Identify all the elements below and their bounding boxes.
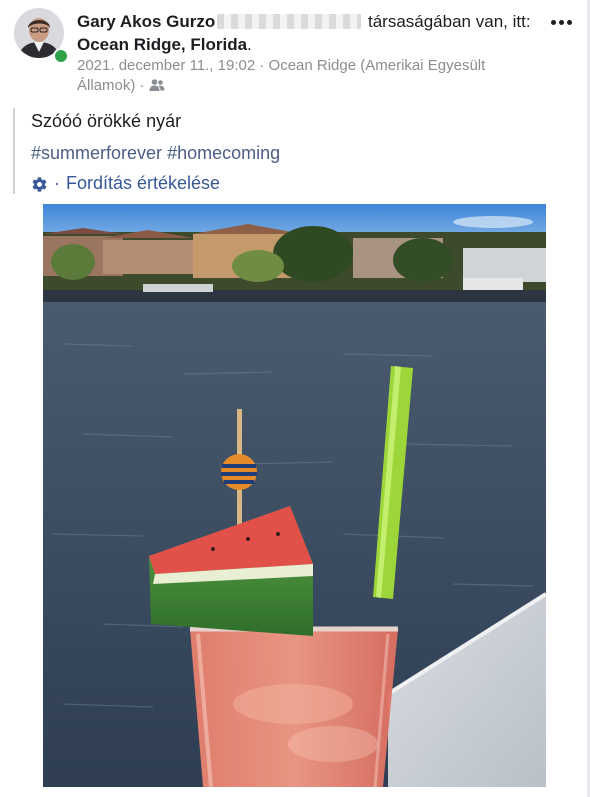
post-meta: 2021. december 11., 19:02 · Ocean Ridge … xyxy=(77,56,537,98)
post-timestamp-link[interactable]: 2021. december 11., 19:02 xyxy=(77,57,255,74)
location-end: . xyxy=(247,35,252,54)
post-photo[interactable] xyxy=(43,204,546,787)
location-prefix: van, itt: xyxy=(475,12,531,31)
post-header: Gary Akos Gurzo társaságában van, itt: O… xyxy=(77,10,537,56)
meta-separator-2: · xyxy=(139,77,145,94)
hashtag-homecoming[interactable]: #homecoming xyxy=(167,143,280,163)
meta-separator: · xyxy=(259,57,265,74)
translate-row: · Fordítás értékelése xyxy=(31,171,220,195)
translate-separator: · xyxy=(54,173,60,193)
hashtags: #summerforever #homecoming xyxy=(31,141,280,165)
content-quote-bar xyxy=(13,108,15,194)
friends-icon[interactable] xyxy=(149,78,165,98)
hashtag-summerforever[interactable]: #summerforever xyxy=(31,143,162,163)
facebook-post: Gary Akos Gurzo társaságában van, itt: O… xyxy=(0,0,590,797)
post-text: Szóóó örökké nyár xyxy=(31,111,182,131)
author-name-link[interactable]: Gary Akos Gurzo xyxy=(77,12,215,31)
redacted-tagged-name xyxy=(217,14,362,29)
location-link[interactable]: Ocean Ridge, Florida xyxy=(77,35,247,54)
online-status-icon xyxy=(53,48,69,64)
gear-icon[interactable] xyxy=(31,175,48,192)
more-options-icon[interactable] xyxy=(546,12,576,32)
with-suffix: társaságában xyxy=(367,12,472,31)
rate-translation-link[interactable]: Fordítás értékelése xyxy=(66,171,220,195)
